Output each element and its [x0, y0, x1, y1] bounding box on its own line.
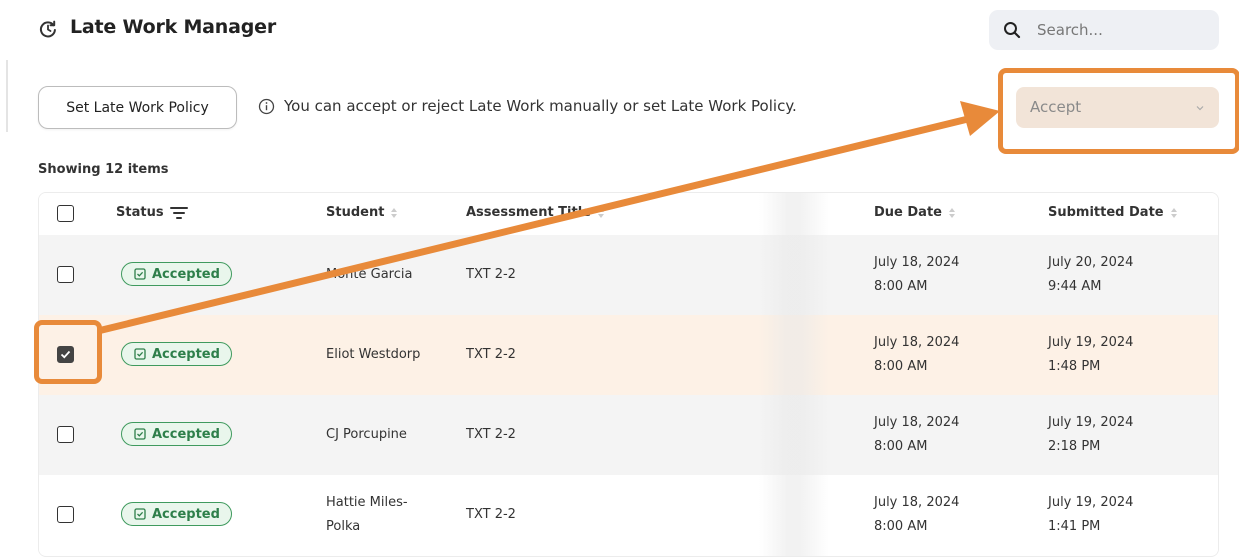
submitted-date: July 20, 2024 [1048, 255, 1134, 270]
student-name: CJ Porcupine [326, 427, 407, 442]
due-date: July 18, 2024 [874, 255, 960, 270]
student-name-continued: Polka [326, 519, 361, 534]
clock-rotate-icon [39, 20, 56, 38]
due-time: 8:00 AM [874, 519, 928, 534]
status-label: Accepted [152, 266, 220, 282]
due-date: July 18, 2024 [874, 335, 960, 350]
row-checkbox[interactable] [57, 506, 74, 523]
submitted-time: 1:41 PM [1048, 519, 1101, 534]
divider [6, 60, 8, 132]
filter-icon[interactable] [169, 206, 188, 220]
assessment-title: TXT 2-2 [466, 267, 516, 282]
due-date: July 18, 2024 [874, 415, 960, 430]
highlight-box-checkbox [34, 320, 102, 384]
submitted-date: July 19, 2024 [1048, 415, 1134, 430]
column-header-assessment[interactable]: Assessment Title [466, 205, 605, 220]
info-icon [258, 98, 275, 115]
student-name: Hattie Miles- [326, 495, 408, 510]
column-header-due-date[interactable]: Due Date [874, 205, 956, 220]
search-placeholder: Search... [1037, 21, 1103, 39]
row-checkbox[interactable] [57, 266, 74, 283]
check-square-icon [134, 348, 146, 360]
student-header-label: Student [326, 205, 385, 220]
highlight-box-accept [998, 68, 1239, 154]
sort-icon [391, 207, 398, 218]
table-header: Status Student Assessment Title Due Date… [39, 193, 1218, 235]
redacted-column [759, 193, 829, 556]
submitted-time: 1:48 PM [1048, 359, 1101, 374]
set-late-work-policy-button[interactable]: Set Late Work Policy [38, 86, 237, 129]
due-time: 8:00 AM [874, 359, 928, 374]
page-title: Late Work Manager [70, 16, 276, 38]
info-message: You can accept or reject Late Work manua… [284, 97, 797, 115]
status-badge: Accepted [121, 262, 232, 286]
column-header-status[interactable]: Status [116, 205, 188, 220]
check-square-icon [134, 508, 146, 520]
column-header-submitted-date[interactable]: Submitted Date [1048, 205, 1178, 220]
submitted-date: July 19, 2024 [1048, 495, 1134, 510]
due-time: 8:00 AM [874, 439, 928, 454]
sort-icon [948, 207, 955, 218]
item-count: Showing 12 items [38, 162, 169, 177]
submitted-time: 9:44 AM [1048, 279, 1102, 294]
row-checkbox[interactable] [57, 426, 74, 443]
status-label: Accepted [152, 346, 220, 362]
check-square-icon [134, 268, 146, 280]
column-header-student[interactable]: Student [326, 205, 398, 220]
assessment-header-label: Assessment Title [466, 205, 591, 220]
due-date: July 18, 2024 [874, 495, 960, 510]
sort-icon [1170, 207, 1177, 218]
status-badge: Accepted [121, 342, 232, 366]
student-name: Monte Garcia [326, 267, 413, 282]
due-time: 8:00 AM [874, 279, 928, 294]
submitted-time: 2:18 PM [1048, 439, 1101, 454]
status-label: Accepted [152, 426, 220, 442]
check-square-icon [134, 428, 146, 440]
status-header-label: Status [116, 205, 164, 220]
table-row[interactable]: Accepted Monte Garcia TXT 2-2 July 18, 2… [39, 235, 1218, 315]
assessment-title: TXT 2-2 [466, 347, 516, 362]
due-header-label: Due Date [874, 205, 942, 220]
student-name: Eliot Westdorp [326, 347, 421, 362]
search-icon [1004, 22, 1021, 39]
search-input[interactable]: Search... [989, 10, 1219, 50]
submitted-date: July 19, 2024 [1048, 335, 1134, 350]
late-work-table: Status Student Assessment Title Due Date… [38, 192, 1219, 557]
table-row[interactable]: Accepted Eliot Westdorp TXT 2-2 July 18,… [39, 315, 1218, 395]
table-row[interactable]: Accepted CJ Porcupine TXT 2-2 July 18, 2… [39, 395, 1218, 475]
table-row[interactable]: Accepted Hattie Miles- Polka TXT 2-2 Jul… [39, 475, 1218, 555]
status-badge: Accepted [121, 422, 232, 446]
assessment-title: TXT 2-2 [466, 427, 516, 442]
status-label: Accepted [152, 506, 220, 522]
sort-icon [598, 207, 604, 218]
select-all-checkbox[interactable] [57, 205, 74, 222]
submitted-header-label: Submitted Date [1048, 205, 1164, 220]
status-badge: Accepted [121, 502, 232, 526]
assessment-title: TXT 2-2 [466, 507, 516, 522]
